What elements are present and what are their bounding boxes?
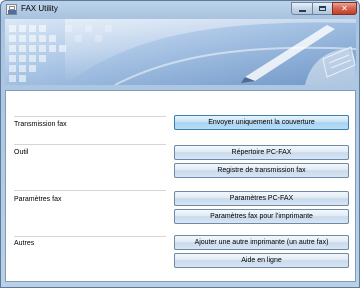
pc-fax-settings-button[interactable]: Paramètres PC-FAX xyxy=(174,191,349,206)
close-button[interactable]: ✕ xyxy=(332,2,357,15)
online-help-button[interactable]: Aide en ligne xyxy=(174,253,349,268)
printer-fax-settings-button[interactable]: Paramètres fax pour l'imprimante xyxy=(174,209,349,224)
divider xyxy=(14,236,166,237)
group-label-autres: Autres xyxy=(14,240,35,247)
maximize-button[interactable] xyxy=(312,2,333,15)
fax-icon xyxy=(6,4,17,15)
close-icon: ✕ xyxy=(341,4,348,13)
group-label-outil: Outil xyxy=(14,149,29,156)
minimize-button[interactable] xyxy=(291,2,313,15)
group-label-transmission-fax: Transmission fax xyxy=(14,121,67,128)
fax-transmission-log-button[interactable]: Registre de transmission fax xyxy=(174,163,349,178)
divider xyxy=(14,190,166,191)
window-title: FAX Utility xyxy=(21,4,58,13)
pc-fax-directory-button[interactable]: Répertoire PC-FAX xyxy=(174,145,349,160)
send-cover-only-button[interactable]: Envoyer uniquement la couverture xyxy=(174,115,349,130)
minimize-icon xyxy=(298,10,306,12)
divider xyxy=(14,116,166,117)
divider xyxy=(14,144,166,145)
header-banner xyxy=(5,19,356,85)
maximize-icon xyxy=(319,6,326,11)
main-panel: Transmission fax Envoyer uniquement la c… xyxy=(5,90,356,282)
group-label-parametres-fax: Paramètres fax xyxy=(14,196,62,203)
fax-utility-window: FAX Utility ✕ Transmission fax Envoyer u… xyxy=(0,0,360,288)
title-bar[interactable]: FAX Utility ✕ xyxy=(1,1,359,18)
add-printer-button[interactable]: Ajouter une autre imprimante (un autre f… xyxy=(174,235,349,250)
